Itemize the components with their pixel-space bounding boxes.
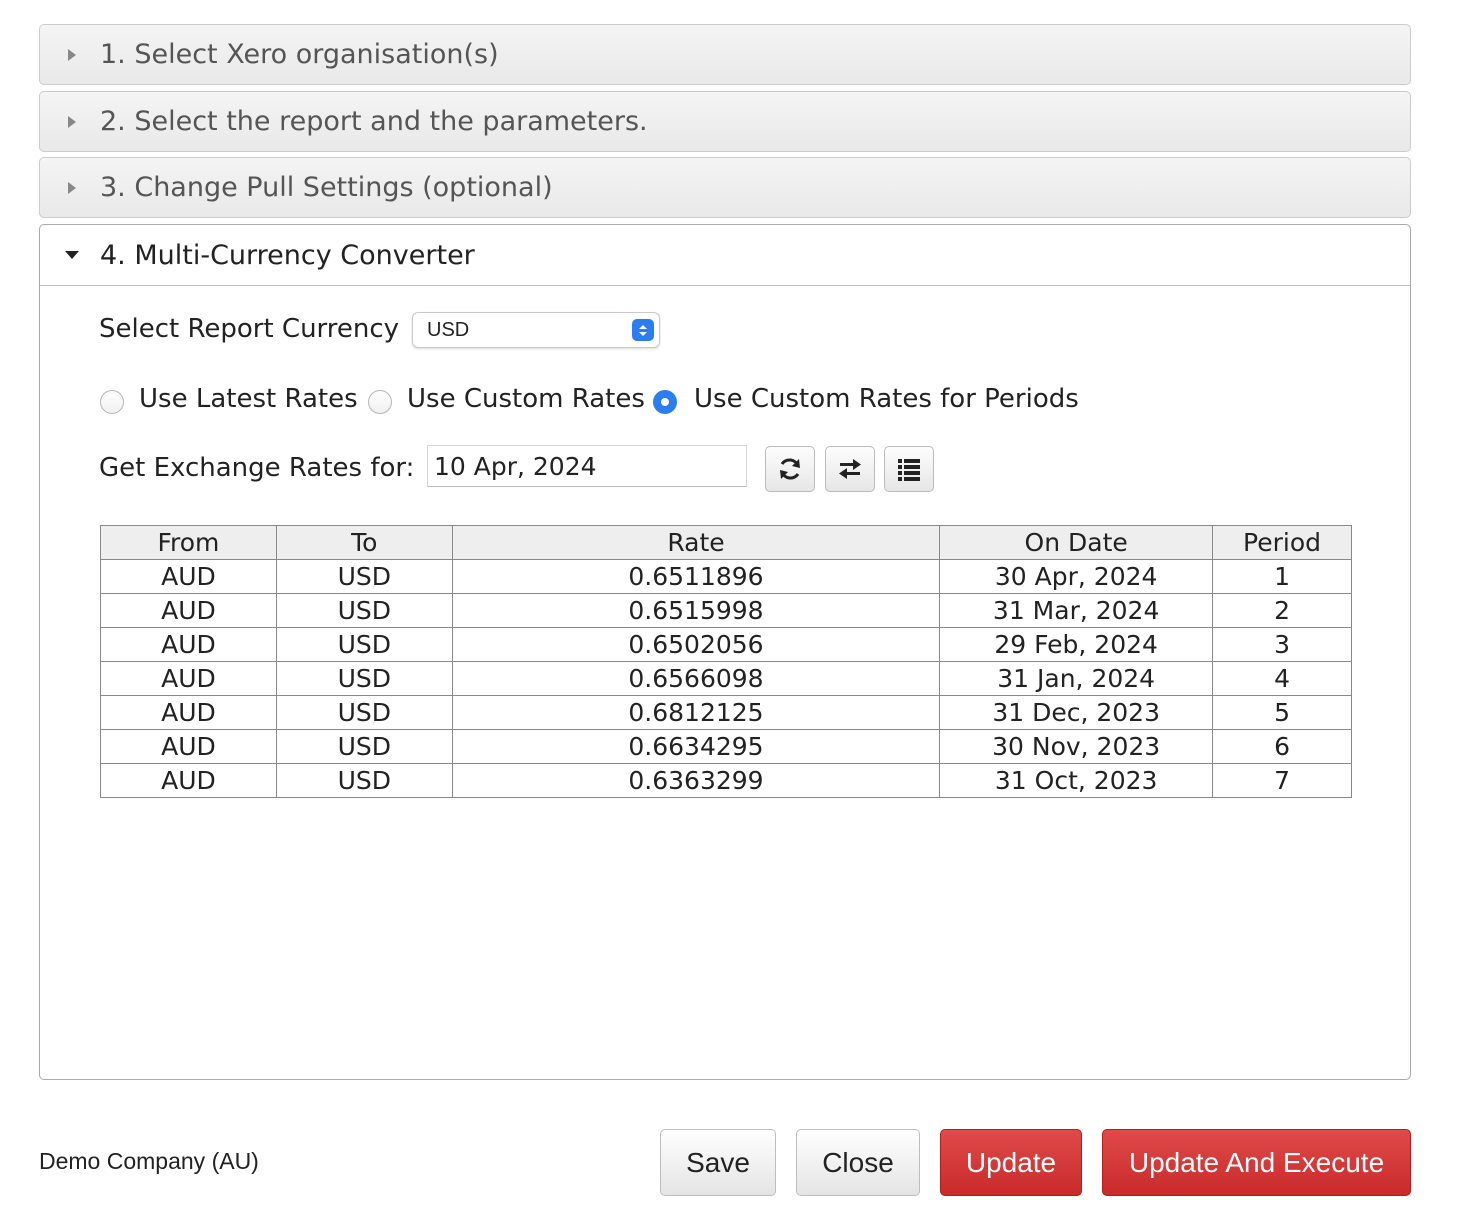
cell-from: AUD — [100, 661, 277, 696]
section-3-label: 3. Change Pull Settings (optional) — [100, 172, 553, 203]
refresh-button[interactable] — [765, 446, 815, 492]
table-row: AUD USD 0.6634295 30 Nov, 2023 6 — [100, 729, 1352, 764]
section-2-label: 2. Select the report and the parameters. — [100, 106, 648, 137]
caret-right-icon — [40, 181, 100, 194]
section-3-header[interactable]: 3. Change Pull Settings (optional) — [39, 157, 1411, 218]
cell-to: USD — [275, 593, 453, 628]
cell-rate: 0.6502056 — [451, 627, 941, 662]
cell-to: USD — [275, 627, 453, 662]
refresh-icon — [780, 458, 800, 480]
table-row: AUD USD 0.6511896 30 Apr, 2024 1 — [100, 559, 1352, 594]
cell-period: 4 — [1212, 661, 1352, 696]
cell-on-date: 31 Dec, 2023 — [939, 695, 1214, 730]
section-4-header[interactable]: 4. Multi-Currency Converter — [40, 225, 1410, 286]
cell-from: AUD — [100, 695, 277, 730]
cell-to: USD — [275, 559, 453, 594]
company-name: Demo Company (AU) — [39, 1148, 259, 1174]
save-button[interactable]: Save — [660, 1129, 776, 1196]
update-button[interactable]: Update — [940, 1129, 1082, 1196]
currency-label: Select Report Currency — [99, 314, 400, 344]
table-row: AUD USD 0.6515998 31 Mar, 2024 2 — [100, 593, 1352, 628]
header-rate: Rate — [451, 525, 941, 560]
swap-button[interactable] — [825, 446, 875, 492]
table-row: AUD USD 0.6812125 31 Dec, 2023 5 — [100, 695, 1352, 730]
radio-custom-rates-periods[interactable] — [653, 390, 677, 414]
cell-rate: 0.6363299 — [451, 763, 941, 798]
cell-from: AUD — [100, 763, 277, 798]
list-button[interactable] — [884, 446, 934, 492]
cell-from: AUD — [100, 627, 277, 662]
radio-custom-rates[interactable] — [368, 390, 392, 414]
multi-currency-panel: 4. Multi-Currency Converter Select Repor… — [39, 224, 1411, 1080]
exchange-date-input[interactable] — [427, 445, 747, 487]
header-to: To — [275, 525, 453, 560]
close-button[interactable]: Close — [796, 1129, 920, 1196]
cell-period: 3 — [1212, 627, 1352, 662]
table-row: AUD USD 0.6502056 29 Feb, 2024 3 — [100, 627, 1352, 662]
cell-rate: 0.6812125 — [451, 695, 941, 730]
exchange-rates-table: From To Rate On Date Period AUD USD 0.65… — [100, 525, 1352, 798]
header-period: Period — [1212, 525, 1352, 560]
header-on-date: On Date — [939, 525, 1214, 560]
cell-rate: 0.6634295 — [451, 729, 941, 764]
custom-rates-periods-label: Use Custom Rates for Periods — [694, 384, 1079, 414]
cell-from: AUD — [100, 593, 277, 628]
caret-down-icon — [40, 251, 100, 259]
cell-rate: 0.6566098 — [451, 661, 941, 696]
table-row: AUD USD 0.6566098 31 Jan, 2024 4 — [100, 661, 1352, 696]
cell-period: 6 — [1212, 729, 1352, 764]
section-1-header[interactable]: 1. Select Xero organisation(s) — [39, 24, 1411, 85]
table-header-row: From To Rate On Date Period — [100, 525, 1352, 560]
cell-to: USD — [275, 695, 453, 730]
cell-on-date: 30 Apr, 2024 — [939, 559, 1214, 594]
cell-on-date: 31 Jan, 2024 — [939, 661, 1214, 696]
cell-to: USD — [275, 661, 453, 696]
cell-to: USD — [275, 763, 453, 798]
header-from: From — [100, 525, 277, 560]
table-row: AUD USD 0.6363299 31 Oct, 2023 7 — [100, 763, 1352, 798]
cell-period: 7 — [1212, 763, 1352, 798]
cell-on-date: 31 Mar, 2024 — [939, 593, 1214, 628]
currency-select[interactable]: USD — [412, 312, 660, 348]
section-4-label: 4. Multi-Currency Converter — [100, 239, 475, 271]
exchange-date-label: Get Exchange Rates for: — [99, 453, 415, 483]
cell-on-date: 30 Nov, 2023 — [939, 729, 1214, 764]
cell-period: 5 — [1212, 695, 1352, 730]
cell-from: AUD — [100, 729, 277, 764]
cell-on-date: 29 Feb, 2024 — [939, 627, 1214, 662]
latest-rates-label: Use Latest Rates — [139, 384, 358, 414]
radio-latest-rates[interactable] — [100, 390, 124, 414]
cell-rate: 0.6515998 — [451, 593, 941, 628]
cell-period: 2 — [1212, 593, 1352, 628]
currency-value: USD — [427, 318, 470, 341]
cell-rate: 0.6511896 — [451, 559, 941, 594]
section-2-header[interactable]: 2. Select the report and the parameters. — [39, 91, 1411, 152]
swap-icon — [839, 459, 861, 479]
cell-to: USD — [275, 729, 453, 764]
cell-period: 1 — [1212, 559, 1352, 594]
cell-on-date: 31 Oct, 2023 — [939, 763, 1214, 798]
select-arrows-icon — [632, 319, 654, 341]
cell-from: AUD — [100, 559, 277, 594]
section-1-label: 1. Select Xero organisation(s) — [100, 39, 499, 70]
caret-right-icon — [40, 115, 100, 128]
custom-rates-label: Use Custom Rates — [407, 384, 645, 414]
update-and-execute-button[interactable]: Update And Execute — [1102, 1129, 1411, 1196]
list-icon — [898, 459, 920, 481]
caret-right-icon — [40, 48, 100, 61]
